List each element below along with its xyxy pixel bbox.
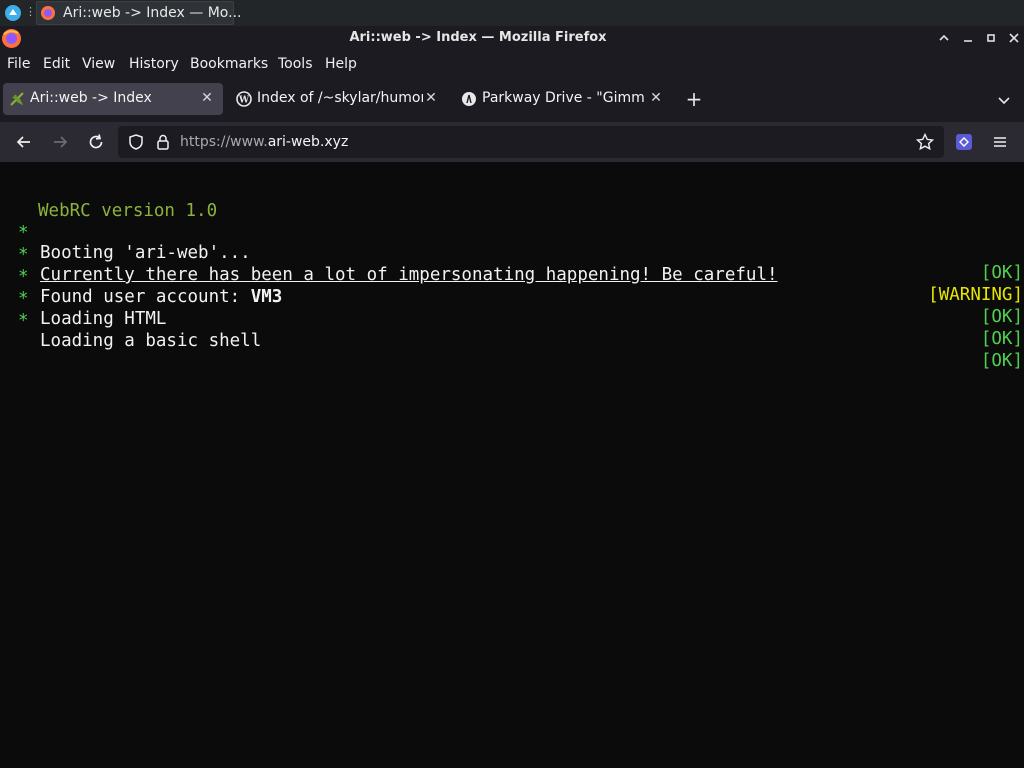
terminal-line: * Found user account: VM3 [OK]: [0, 247, 1024, 327]
terminal-line: * Loading a basic shell [OK]: [0, 291, 1024, 371]
page-content: WebRC version 1.0 * Booting 'ari-web'...…: [0, 162, 1024, 768]
new-tab-plus-icon[interactable]: +: [684, 89, 704, 109]
taskbar-task-title: Ari::web -> Index — Mo...: [63, 5, 242, 21]
extension-icon[interactable]: [954, 132, 974, 152]
menu-edit[interactable]: Edit: [43, 56, 70, 72]
leaf-favicon-icon: [9, 91, 25, 107]
navigation-toolbar: https://www.ari-web.xyz: [0, 122, 1024, 162]
taskbar-menu-icon[interactable]: ⋮: [25, 5, 36, 19]
tab-skylar-index[interactable]: W Index of /~skylar/humor/ ✕: [230, 83, 448, 115]
terminal-line: * Currently there has been a lot of impe…: [0, 225, 1024, 305]
window-titlebar: Ari::web -> Index — Mozilla Firefox: [0, 26, 1024, 51]
tab-strip: Ari::web -> Index ✕ W Index of /~skylar/…: [0, 78, 1024, 122]
forward-arrow-icon[interactable]: [50, 132, 70, 152]
back-arrow-icon[interactable]: [14, 132, 34, 152]
url-prefix: https://www.: [180, 134, 268, 150]
app-launcher-icon[interactable]: [4, 4, 22, 22]
menu-tools[interactable]: Tools: [278, 56, 313, 72]
url-text[interactable]: https://www.ari-web.xyz: [180, 134, 348, 150]
url-bar[interactable]: https://www.ari-web.xyz: [118, 126, 944, 158]
menu-bar: File Edit View History Bookmarks Tools H…: [0, 51, 1024, 78]
taskbar-task-firefox[interactable]: Ari::web -> Index — Mo...: [36, 1, 241, 25]
terminal-version-line: WebRC version 1.0: [0, 181, 1024, 221]
tab-label: Index of /~skylar/humor/: [257, 90, 423, 106]
generic-favicon-icon: [461, 91, 477, 107]
url-domain: ari-web.xyz: [267, 134, 349, 150]
bookmark-star-icon[interactable]: [915, 132, 935, 152]
window-title: Ari::web -> Index — Mozilla Firefox: [349, 30, 607, 45]
line-bullet: *: [18, 311, 29, 331]
padlock-icon[interactable]: [153, 132, 173, 152]
menu-bookmarks[interactable]: Bookmarks: [190, 56, 268, 72]
tab-label: Parkway Drive - "Gimme: [482, 90, 644, 106]
reload-icon[interactable]: [86, 132, 106, 152]
tab-close-icon[interactable]: ✕: [422, 89, 440, 107]
terminal-line: * Loading HTML [OK]: [0, 269, 1024, 349]
chevron-up-icon[interactable]: [936, 30, 952, 46]
tracking-shield-icon[interactable]: [126, 132, 146, 152]
chevron-down-icon[interactable]: [994, 90, 1014, 110]
line-message: Loading a basic shell: [40, 331, 262, 351]
taskbar: ⋮ Ari::web -> Index — Mo...: [0, 0, 1024, 27]
close-icon[interactable]: [1006, 30, 1022, 46]
tab-close-icon[interactable]: ✕: [198, 89, 216, 107]
menu-help[interactable]: Help: [325, 56, 357, 72]
maximize-icon[interactable]: [983, 30, 999, 46]
svg-text:W: W: [238, 96, 250, 106]
terminal-line: * Booting 'ari-web'... [OK]: [0, 203, 1024, 283]
menu-file[interactable]: File: [7, 56, 30, 72]
tab-parkway-drive[interactable]: Parkway Drive - "Gimme ✕: [455, 83, 673, 115]
status-ok: [OK]: [980, 329, 1023, 349]
tab-label: Ari::web -> Index: [30, 90, 152, 106]
minimize-icon[interactable]: [960, 30, 976, 46]
hamburger-menu-icon[interactable]: [990, 132, 1010, 152]
status-ok: [OK]: [980, 351, 1023, 371]
firefox-icon: [40, 5, 56, 21]
menu-history[interactable]: History: [129, 56, 179, 72]
tab-close-icon[interactable]: ✕: [647, 89, 665, 107]
menu-view[interactable]: View: [82, 56, 115, 72]
tab-ari-web[interactable]: Ari::web -> Index ✕: [3, 83, 223, 115]
wordpress-favicon-icon: W: [236, 91, 252, 107]
